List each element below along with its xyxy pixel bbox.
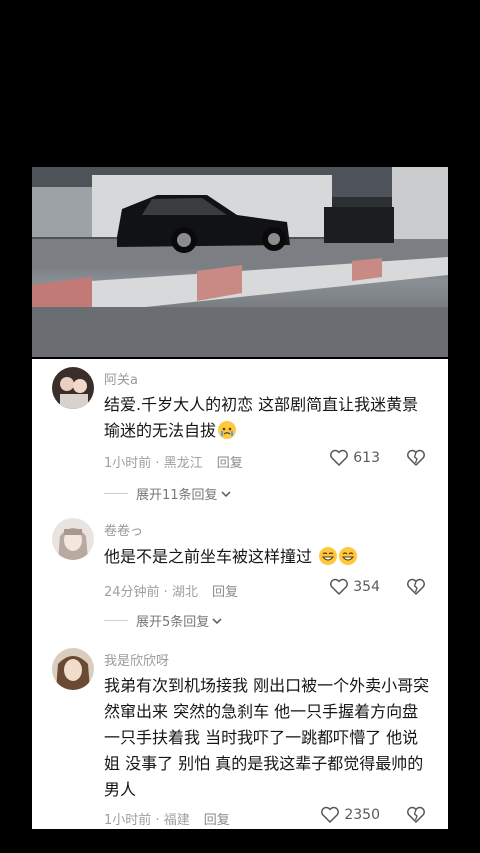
avatar[interactable] [52,648,94,690]
heart-icon [321,806,340,823]
comment-text: 我弟有次到机场接我 刚出口被一个外卖小哥突然窜出来 突然的急刹车 他一只手握着方… [104,676,430,799]
dislike-button[interactable] [406,578,426,600]
divider-line [104,493,128,494]
comment-text-content: 结爱.千岁大人的初恋 这部剧简直让我迷黄景瑜迷的无法自拔 [104,395,419,440]
grinning-face-icon [319,547,338,565]
broken-heart-icon [407,449,425,466]
like-button[interactable]: 354 [329,578,380,596]
comment-time: 1小时前 [104,813,152,828]
like-button[interactable]: 2350 [320,806,380,824]
comment-meta: 1小时前 · 福建 回复 [104,813,230,828]
comment-text: 结爱.千岁大人的初恋 这部剧简直让我迷黄景瑜迷的无法自拔 [104,392,434,444]
reply-button[interactable]: 回复 [212,585,238,600]
chevron-down-icon [221,490,231,497]
username[interactable]: 阿关a [104,369,138,388]
expand-replies-button[interactable]: 展开11条回复 [104,484,232,503]
heart-icon [330,578,349,595]
dislike-button[interactable] [406,806,426,828]
username[interactable]: 卷卷っ [104,520,143,539]
like-count: 2350 [344,807,380,823]
expand-replies-label: 展开5条回复 [136,615,210,630]
comment-text-content: 他是不是之前坐车被这样撞过 [104,547,313,566]
expand-replies-label: 展开11条回复 [136,488,218,503]
comments-panel: 阿关a 结爱.千岁大人的初恋 这部剧简直让我迷黄景瑜迷的无法自拔 1小时前 · … [32,359,448,829]
crying-face-icon [218,421,237,439]
avatar[interactable] [52,518,94,560]
like-count: 613 [353,450,380,466]
avatar-image [52,648,94,690]
broken-heart-icon [407,578,425,595]
reply-button[interactable]: 回复 [217,456,243,471]
comment-time: 1小时前 [104,456,152,471]
grinning-face-icon [339,547,358,565]
broken-heart-icon [407,806,425,823]
video-frame-image [32,167,448,357]
reply-button[interactable]: 回复 [204,813,230,828]
comment-text: 他是不是之前坐车被这样撞过 [104,544,434,570]
like-count: 354 [353,579,380,595]
comment-meta: 1小时前 · 黑龙江 回复 [104,456,243,471]
comment-time: 24分钟前 [104,585,160,600]
comment-location: 湖北 [171,585,198,600]
comment-location: 福建 [163,813,190,828]
expand-replies-button[interactable]: 展开5条回复 [104,611,223,630]
comment-location: 黑龙江 [163,456,203,471]
like-button[interactable]: 613 [329,449,380,467]
avatar-image [52,518,94,560]
avatar[interactable] [52,367,94,409]
dislike-button[interactable] [406,449,426,471]
divider-line [104,620,128,621]
video-player[interactable] [32,167,448,357]
chevron-down-icon [212,617,222,624]
comment-meta: 24分钟前 · 湖北 回复 [104,585,238,600]
username[interactable]: 我是欣欣呀 [104,650,169,669]
avatar-image [52,367,94,409]
heart-icon [330,449,349,466]
